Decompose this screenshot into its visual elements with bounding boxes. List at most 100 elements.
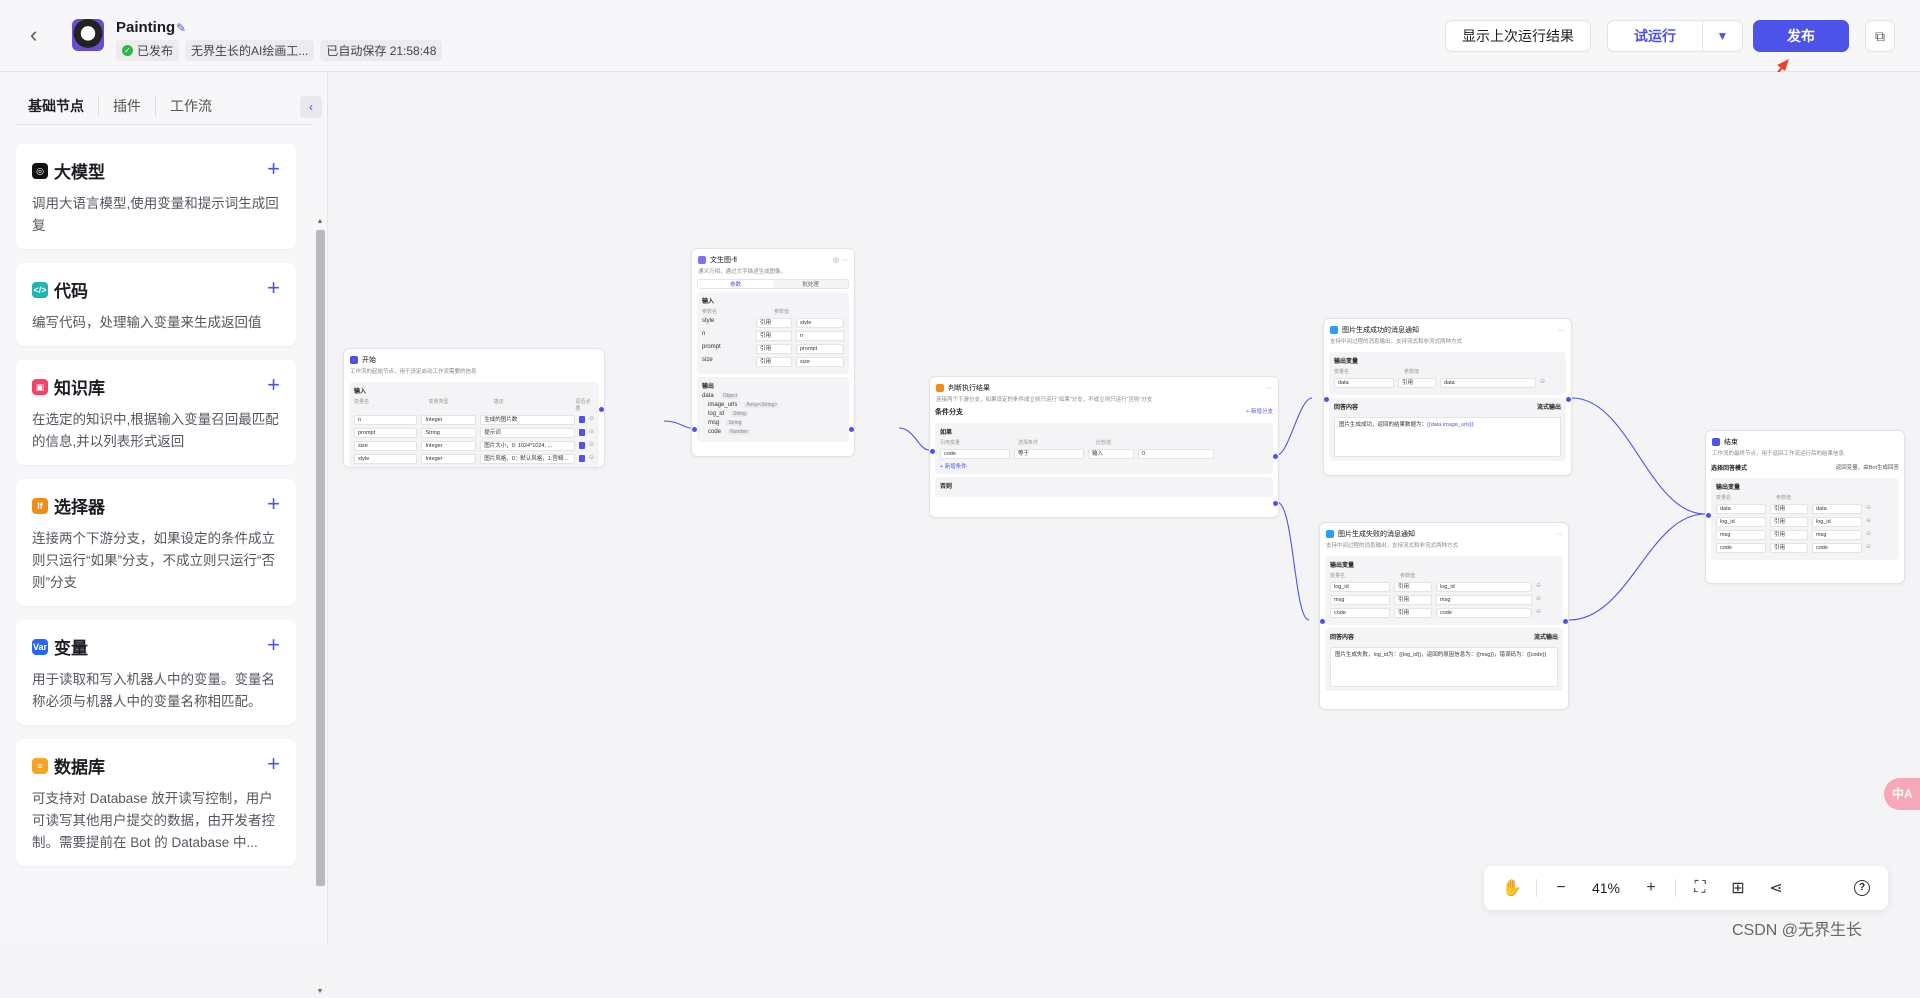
var-type-select[interactable]: String xyxy=(421,428,477,438)
var-desc-input[interactable]: 提示词 xyxy=(480,428,575,438)
sidebar-item-database[interactable]: ≡ 数据库 + 可支持对 Database 放开读写控制，用户可读写其他用户提交的数据… xyxy=(16,739,296,866)
var-desc-input[interactable]: 图片大小，0: 1024*1024, ... xyxy=(480,441,575,451)
input-port[interactable] xyxy=(1324,397,1329,402)
input-port[interactable] xyxy=(1320,619,1325,624)
test-run-button[interactable]: 试运行 ▼ xyxy=(1607,20,1743,52)
ref-value-select[interactable]: msg xyxy=(1812,530,1862,540)
add-condition-button[interactable]: + 新增条件 xyxy=(940,462,1268,470)
edit-icon[interactable]: ✎ xyxy=(176,21,186,35)
input-port[interactable] xyxy=(1706,513,1711,518)
var-desc-input[interactable]: 图片风格，0：默认风格，1:宫崎... xyxy=(480,454,575,464)
required-checkbox[interactable] xyxy=(578,455,585,462)
required-checkbox[interactable] xyxy=(578,429,585,436)
ref-mode-select[interactable]: 引用 xyxy=(1398,378,1436,388)
scrollbar-thumb[interactable] xyxy=(316,230,325,886)
add-branch-button[interactable]: + 新增分支 xyxy=(1246,407,1273,420)
remove-icon[interactable]: ⊖ xyxy=(1536,608,1541,618)
var-name-input[interactable]: log_id xyxy=(1330,582,1390,592)
add-icon[interactable]: + xyxy=(267,275,280,301)
tab-basic-nodes[interactable]: 基础节点 xyxy=(28,96,98,116)
var-name-input[interactable]: msg xyxy=(1330,595,1390,605)
tab-batch[interactable]: 批处理 xyxy=(773,280,848,288)
ref-value-select[interactable]: code xyxy=(1436,608,1532,618)
var-name-input[interactable]: code xyxy=(1330,608,1390,618)
scrollbar[interactable]: ▲ ▼ xyxy=(315,218,325,998)
sidebar-item-selector[interactable]: If 选择器 + 连接两个下游分支，如果设定的条件成立则只运行“如果”分支，不成立则只… xyxy=(16,479,296,606)
ref-mode-select[interactable]: 引用 xyxy=(756,344,792,354)
auto-layout-icon[interactable]: ⋖ xyxy=(1758,873,1794,903)
var-name-input[interactable]: code xyxy=(1716,543,1766,553)
more-icon[interactable]: ··· xyxy=(1558,327,1565,334)
zoom-out-icon[interactable]: − xyxy=(1543,873,1579,903)
add-icon[interactable]: + xyxy=(267,632,280,658)
condition-node[interactable]: 判断执行结果 ··· 连接两个下游分支，如果设定的条件成立则只运行“如果”分支，不… xyxy=(929,376,1279,518)
cond-mode-select[interactable]: 输入 xyxy=(1088,449,1134,459)
cond-op-select[interactable]: 等于 xyxy=(1014,449,1084,459)
remove-icon[interactable]: ⊖ xyxy=(1536,595,1541,605)
var-name-input[interactable]: prompt xyxy=(354,428,418,438)
output-port[interactable] xyxy=(1566,397,1571,402)
chevron-down-icon[interactable]: ▼ xyxy=(1702,21,1742,51)
failure-message-node[interactable]: 图片生成失败的消息通知 ··· 支持中间过程的消息输出，支持流式和非流式两种方式 … xyxy=(1319,522,1569,710)
tab-plugins[interactable]: 插件 xyxy=(98,96,155,116)
ref-mode-select[interactable]: 引用 xyxy=(1394,582,1432,592)
hand-icon[interactable]: ✋ xyxy=(1494,873,1530,903)
ref-mode-select[interactable]: 引用 xyxy=(1770,517,1808,527)
ref-mode-select[interactable]: 引用 xyxy=(1394,595,1432,605)
more-icon[interactable]: ··· xyxy=(1265,385,1272,392)
output-port[interactable] xyxy=(599,407,604,412)
cond-value-input[interactable]: 0 xyxy=(1138,449,1214,459)
end-node[interactable]: 结束 工作流的最终节点，用于返回工作流运行后的结果信息 选择回答模式 返回变量，… xyxy=(1705,430,1905,584)
var-name-input[interactable]: data xyxy=(1334,378,1394,388)
ref-value-select[interactable]: log_id xyxy=(1436,582,1532,592)
answer-mode-select[interactable]: 返回变量，由Bot生成回答 xyxy=(1836,463,1899,475)
remove-icon[interactable]: ⊖ xyxy=(1536,582,1541,592)
ref-mode-select[interactable]: 引用 xyxy=(1394,608,1432,618)
add-icon[interactable]: + xyxy=(267,372,280,398)
tab-workflows[interactable]: 工作流 xyxy=(155,96,226,116)
sidebar-item-code[interactable]: </> 代码 + 编写代码，处理输入变量来生成返回值 xyxy=(16,263,296,346)
remove-icon[interactable]: ⊖ xyxy=(589,441,594,451)
sidebar-item-llm[interactable]: ◎ 大模型 + 调用大语言模型,使用变量和提示词生成回复 xyxy=(16,144,296,249)
var-name-input[interactable]: size xyxy=(354,441,418,451)
workflow-canvas[interactable]: 开始 工作流的起始节点，用于设定启动工作流需要的信息 输入 变量名 变量类型 描… xyxy=(329,72,1920,945)
cond-var-select[interactable]: code xyxy=(940,449,1010,459)
ref-value-select[interactable]: code xyxy=(1812,543,1862,553)
image-gen-node[interactable]: 文生图-fl ◎ ··· 通义万相，通过文字描述生成图像。 参数 批处理 输入 参… xyxy=(691,248,855,457)
remove-icon[interactable]: ⊖ xyxy=(1866,504,1871,514)
content-textarea[interactable]: 图片生成成功，返回的结果数据为：{{data.image_urls}} xyxy=(1334,417,1561,457)
ref-mode-select[interactable]: 引用 xyxy=(756,357,792,367)
if-port[interactable] xyxy=(1273,454,1278,459)
output-port[interactable] xyxy=(849,427,854,432)
add-icon[interactable]: + xyxy=(267,491,280,517)
content-textarea[interactable]: 图片生成失败，log_id为：{{log_id}}，返回的原因信息为：{{msg… xyxy=(1330,647,1558,687)
remove-icon[interactable]: ⊖ xyxy=(1866,530,1871,540)
show-last-result-button[interactable]: 显示上次运行结果 xyxy=(1445,20,1591,52)
ref-value-select[interactable]: msg xyxy=(1436,595,1532,605)
var-name-input[interactable]: n xyxy=(354,415,418,425)
output-port[interactable] xyxy=(1563,619,1568,624)
more-icon[interactable]: ··· xyxy=(1555,531,1562,538)
copy-icon[interactable]: ⧉ xyxy=(1865,20,1895,52)
remove-icon[interactable]: ⊖ xyxy=(1540,378,1545,388)
help-button[interactable]: ? xyxy=(1844,870,1880,906)
scroll-down-icon[interactable]: ▼ xyxy=(315,988,325,995)
var-type-select[interactable]: Integer xyxy=(421,441,477,451)
fit-view-icon[interactable]: ⛶ xyxy=(1682,873,1718,903)
sidebar-item-knowledge[interactable]: ▣ 知识库 + 在选定的知识中,根据输入变量召回最匹配的信息,并以列表形式返回 xyxy=(16,360,296,465)
ref-mode-select[interactable]: 引用 xyxy=(1770,530,1808,540)
input-port[interactable] xyxy=(692,427,697,432)
start-node[interactable]: 开始 工作流的起始节点，用于设定启动工作流需要的信息 输入 变量名 变量类型 描… xyxy=(343,348,605,468)
ref-mode-select[interactable]: 引用 xyxy=(1770,504,1808,514)
remove-icon[interactable]: ⊖ xyxy=(589,428,594,438)
input-port[interactable] xyxy=(930,449,935,454)
remove-icon[interactable]: ⊖ xyxy=(1866,517,1871,527)
var-name-input[interactable]: data xyxy=(1716,504,1766,514)
ref-value-select[interactable]: data xyxy=(1440,378,1536,388)
var-name-input[interactable]: msg xyxy=(1716,530,1766,540)
ref-mode-select[interactable]: 引用 xyxy=(756,318,792,328)
ref-mode-select[interactable]: 引用 xyxy=(1770,543,1808,553)
ref-value-select[interactable]: prompt xyxy=(796,344,844,354)
else-port[interactable] xyxy=(1273,501,1278,506)
ref-value-select[interactable]: size xyxy=(796,357,844,367)
